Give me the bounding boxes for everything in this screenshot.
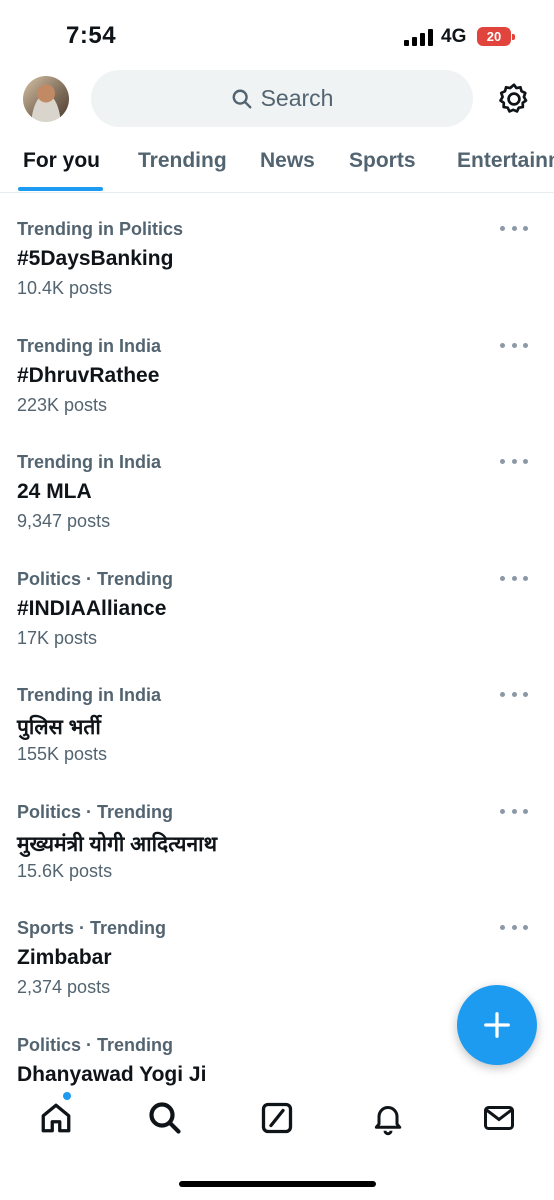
trend-item[interactable]: Politics · Trending मुख्यमंत्री योगी आदि… — [0, 802, 554, 918]
trend-item[interactable]: Trending in India पुलिस भर्ती 155K posts — [0, 685, 554, 801]
trend-name: Dhanyawad Yogi Ji — [17, 1063, 207, 1086]
home-icon[interactable] — [38, 1100, 74, 1136]
more-options-icon[interactable] — [500, 221, 528, 235]
more-options-icon[interactable] — [500, 804, 528, 818]
plus-icon — [484, 1012, 510, 1038]
trend-post-count: 17K posts — [17, 628, 98, 648]
trend-context: Politics · Trending — [17, 802, 174, 822]
trend-name: 24 MLA — [17, 480, 92, 503]
tab-entertainment[interactable]: Entertainment — [457, 149, 554, 173]
trend-name: Zimbabar — [17, 946, 112, 969]
home-indicator — [179, 1181, 376, 1187]
trend-post-count: 15.6K posts — [17, 861, 113, 881]
trend-post-count: 223K posts — [17, 395, 108, 415]
more-options-icon[interactable] — [500, 454, 528, 468]
search-placeholder: Search — [260, 85, 334, 111]
trend-name: #DhruvRathee — [17, 364, 160, 387]
trend-context: Politics · Trending — [17, 1035, 174, 1055]
trend-context: Trending in India — [17, 336, 161, 356]
signal-icon — [404, 28, 434, 46]
trend-context: Trending in India — [17, 685, 161, 705]
trend-post-count: 2,374 posts — [17, 977, 111, 997]
tab-news[interactable]: News — [260, 149, 315, 173]
trend-context: Sports · Trending — [17, 918, 167, 938]
active-tab-indicator — [18, 187, 103, 191]
search-input[interactable]: Search — [91, 70, 473, 127]
trend-context: Trending in Politics — [17, 219, 184, 239]
trend-name: #5DaysBanking — [17, 247, 174, 270]
mail-icon[interactable] — [481, 1100, 517, 1136]
trend-name: मुख्यमंत्री योगी आदित्यनाथ — [17, 833, 217, 856]
trend-item[interactable]: Trending in India 24 MLA 9,347 posts — [0, 452, 554, 568]
trend-name: #INDIAAlliance — [17, 597, 167, 620]
trend-post-count: 9,347 posts — [17, 511, 111, 531]
more-options-icon[interactable] — [500, 338, 528, 352]
grok-icon[interactable] — [259, 1100, 295, 1136]
notification-dot — [63, 1092, 71, 1100]
trend-item[interactable]: Politics · Trending #INDIAAlliance 17K p… — [0, 569, 554, 685]
trend-name: पुलिस भर्ती — [17, 716, 101, 739]
search-icon[interactable] — [147, 1100, 183, 1136]
more-options-icon[interactable] — [500, 687, 528, 701]
avatar[interactable] — [23, 76, 69, 122]
more-options-icon[interactable] — [500, 571, 528, 585]
gear-icon[interactable] — [496, 81, 532, 117]
trend-context: Politics · Trending — [17, 569, 174, 589]
tab-for-you[interactable]: For you — [23, 149, 100, 173]
trend-post-count: 10.4K posts — [17, 278, 113, 298]
more-options-icon[interactable] — [500, 920, 528, 934]
trend-item[interactable]: Trending in Politics #5DaysBanking 10.4K… — [0, 219, 554, 335]
battery-icon: 20 — [477, 27, 515, 46]
tab-trending[interactable]: Trending — [138, 149, 227, 173]
trend-item[interactable]: Trending in India #DhruvRathee 223K post… — [0, 336, 554, 452]
status-time: 7:54 — [66, 22, 117, 49]
trend-context: Trending in India — [17, 452, 161, 472]
trend-post-count: 155K posts — [17, 744, 108, 764]
tab-sports[interactable]: Sports — [349, 149, 416, 173]
battery-level: 20 — [486, 29, 502, 44]
bell-icon[interactable] — [370, 1100, 406, 1136]
tab-bar: For you Trending News Sports Entertainme… — [0, 132, 554, 193]
search-icon — [232, 89, 252, 108]
network-type: 4G — [441, 26, 467, 47]
status-bar: 7:54 4G 20 — [0, 0, 554, 66]
compose-button[interactable] — [457, 985, 537, 1065]
